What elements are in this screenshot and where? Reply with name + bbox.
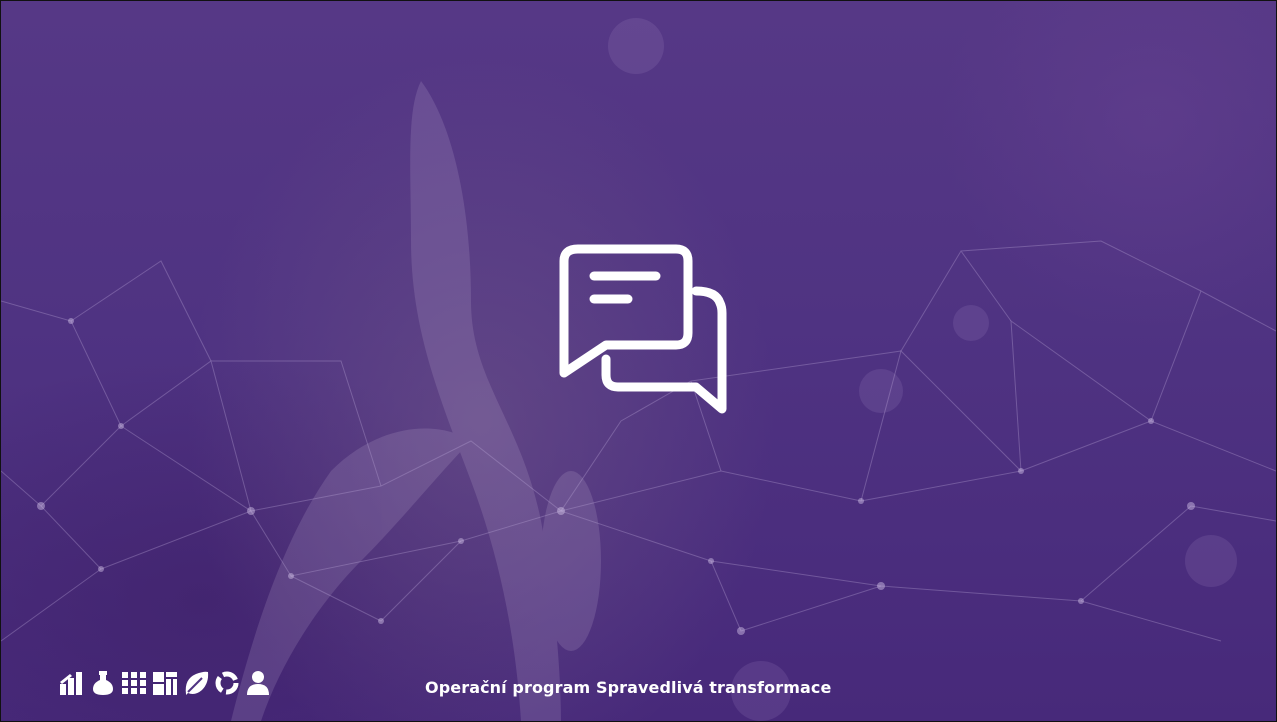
recycle-icon: [215, 671, 239, 695]
program-title: Operační program Spravedlivá transformac…: [425, 678, 832, 697]
bar-chart-icon: [60, 672, 82, 695]
person-icon: [247, 671, 269, 695]
grid-icon: [122, 672, 146, 694]
puzzle-grid-icon: [153, 672, 177, 695]
chat-bubbles-icon: [559, 244, 727, 414]
program-logo-row: [58, 669, 272, 697]
slide: Operační program Spravedlivá transformac…: [0, 0, 1277, 722]
leaf-icon: [185, 671, 209, 695]
flask-icon: [93, 671, 113, 695]
